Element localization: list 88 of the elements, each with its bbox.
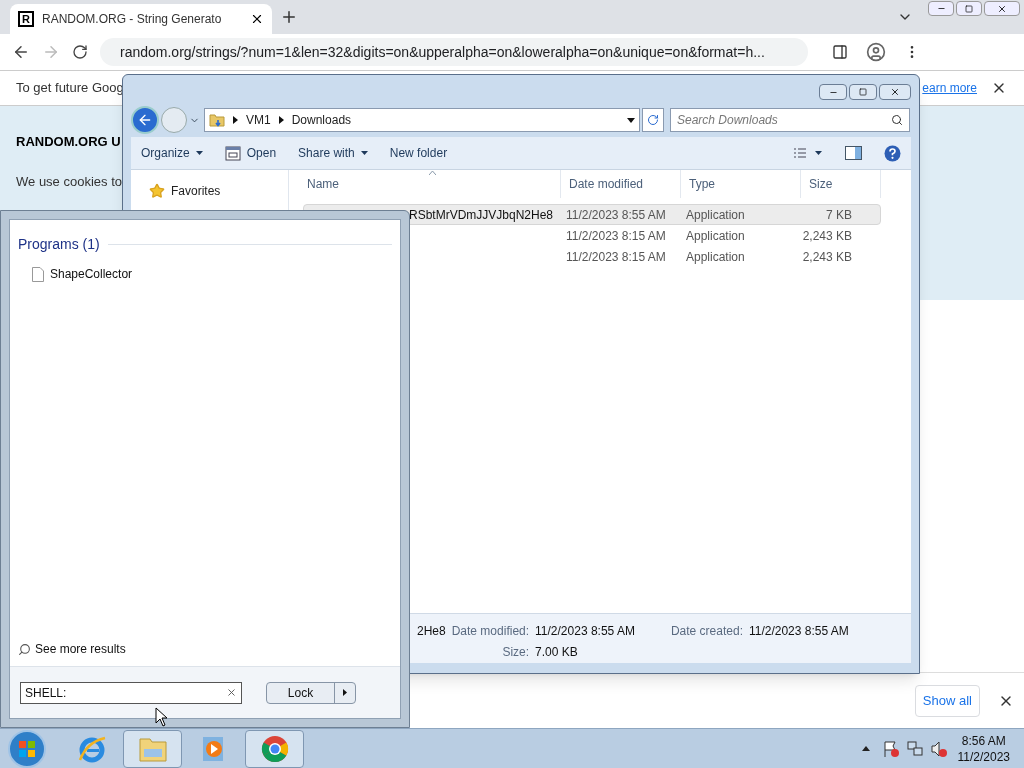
new-tab-icon[interactable] (280, 8, 298, 26)
toolbar-button[interactable]: New folder (389, 144, 448, 162)
size-cell-text: 2,243 KB (801, 248, 852, 266)
close-icon (890, 87, 900, 97)
program-result[interactable]: ShapeCollector (10, 265, 400, 283)
refresh-icon (647, 114, 659, 126)
banner-heading: RANDOM.ORG U (16, 133, 121, 151)
tray-arrow-icon[interactable] (861, 746, 870, 751)
site-icon: R (18, 11, 34, 27)
caret-icon (343, 689, 347, 696)
column-header[interactable]: Size (801, 170, 881, 198)
search-field[interactable]: Search Downloads (670, 108, 910, 132)
search-icon[interactable] (891, 114, 903, 126)
close-button[interactable] (879, 84, 911, 100)
back-icon[interactable] (12, 43, 30, 61)
date-cell-text: 11/2/2023 8:15 AM (566, 227, 667, 245)
dropdown-icon (195, 151, 203, 155)
search-icon (18, 642, 31, 656)
search-text: SHELL: (25, 684, 68, 702)
caret-icon[interactable] (278, 116, 284, 124)
windows-logo (18, 739, 36, 758)
type-cell-text: Application (686, 227, 746, 245)
network-icon[interactable] (905, 739, 924, 758)
preview-pane-icon[interactable] (845, 146, 862, 160)
file-name: RSbtMrVDmJJVJbqN2He8 (409, 207, 554, 222)
detail-value: 11/2/2023 8:55 AM (748, 623, 849, 640)
see-more-link[interactable]: See more results (10, 640, 400, 666)
maximize-icon (859, 88, 867, 96)
minimize-button[interactable] (819, 84, 847, 100)
column-header[interactable]: Name (289, 170, 561, 198)
banner-text: We use cookies to (16, 172, 122, 191)
restore-icon (965, 4, 973, 13)
help-icon[interactable] (884, 144, 901, 162)
search-field[interactable]: SHELL: (20, 681, 242, 704)
column-header[interactable]: Date modified (561, 170, 681, 198)
date-cell-text: 11/2/2023 8:55 AM (566, 206, 667, 224)
toolbar-button[interactable]: Organize (141, 144, 203, 162)
back-button[interactable] (131, 106, 159, 134)
maximize-button[interactable] (849, 84, 877, 100)
column-header[interactable]: Type (681, 170, 801, 198)
muted-speaker-icon[interactable] (929, 739, 948, 758)
type-cell-text: Application (686, 248, 746, 266)
section-title: Programs (1) (18, 235, 100, 254)
dropdown-icon (360, 151, 368, 155)
toolbar-button[interactable]: Share with (298, 144, 368, 162)
flag-icon[interactable] (881, 739, 900, 758)
side-panel-icon[interactable] (832, 44, 848, 60)
dropdown-icon[interactable] (627, 117, 635, 123)
show-all-button[interactable]: Show all (914, 684, 980, 717)
star-icon (149, 183, 165, 199)
view-icon[interactable] (793, 147, 823, 159)
size-cell-text: 7 KB (825, 206, 852, 224)
clear-icon[interactable] (226, 687, 237, 698)
caret-icon[interactable] (233, 116, 238, 124)
window-icon (224, 145, 241, 161)
search-placeholder: Search Downloads (677, 112, 779, 129)
close-icon[interactable] (250, 12, 264, 26)
detail-label: Date modified: (451, 623, 530, 640)
detail-value: 11/2/2023 8:55 AM (535, 623, 635, 640)
close-button[interactable] (984, 1, 1020, 16)
address-field[interactable]: VM1 Downloads (204, 108, 640, 132)
reload-icon[interactable] (72, 44, 88, 60)
toolbar-button[interactable]: Open (224, 144, 277, 162)
detail-value: 7.00 KB (535, 644, 579, 661)
address-bar[interactable]: random.org/strings/?num=1&len=32&digits=on&upperalpha=on&loweralpha=on&unique=on&format=h... (100, 38, 808, 66)
profile-icon[interactable] (866, 42, 886, 62)
folder-icon (209, 112, 225, 128)
breadcrumb-item[interactable]: Downloads (291, 111, 352, 129)
file-icon (32, 266, 44, 282)
learn-more-link[interactable]: earn more (922, 79, 977, 97)
refresh-button[interactable] (642, 108, 664, 132)
lock-button[interactable]: Lock (266, 681, 356, 704)
tab-title: RANDOM.ORG - String Generato (42, 11, 222, 28)
size-cell-text: 2,243 KB (801, 227, 852, 245)
chrome-icon (259, 733, 290, 764)
taskbar-app[interactable] (245, 729, 304, 768)
close-icon (997, 3, 1007, 14)
url-text: random.org/strings/?num=1&len=32&digits=on&upperalpha=on&loweralpha=on&unique=on&format=h... (120, 42, 765, 62)
date-cell-text: 11/2/2023 8:15 AM (566, 248, 667, 266)
detail-label: Size: (501, 644, 530, 661)
nav-item[interactable]: Favorites (149, 182, 288, 200)
clock[interactable]: 8:56 AM 11/2/2023 (957, 732, 1010, 765)
start-button[interactable] (8, 729, 46, 768)
breadcrumb-item[interactable]: VM1 (246, 111, 271, 129)
type-cell-text: Application (686, 206, 746, 224)
browser-tab[interactable]: R RANDOM.ORG - String Generato (10, 4, 272, 34)
file-name: 2He8 (417, 623, 446, 640)
detail-label: Date created: (669, 623, 743, 640)
